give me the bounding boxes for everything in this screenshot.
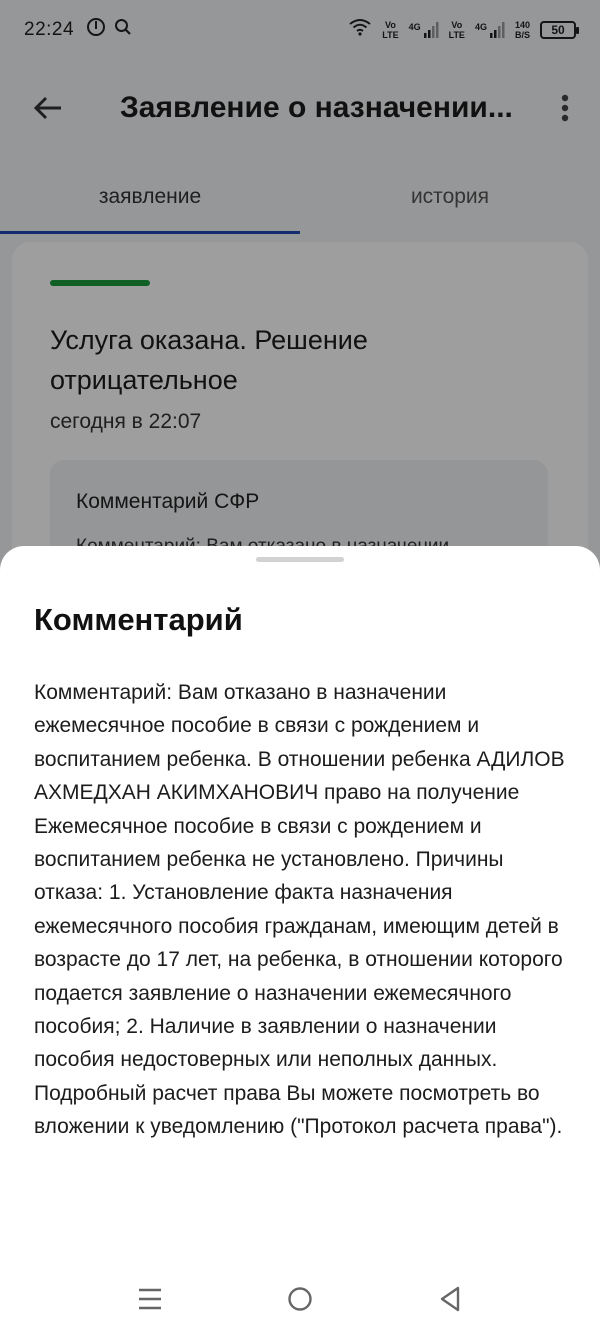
back-nav-button[interactable]: [430, 1279, 470, 1319]
home-circle-icon: [288, 1287, 312, 1311]
home-button[interactable]: [280, 1279, 320, 1319]
menu-icon: [139, 1288, 161, 1310]
sheet-body-text: Комментарий: Вам отказано в назначении е…: [34, 681, 565, 1139]
screen: 22:24 Vo LTE 4G Vo LTE 4G 140 B/S 50 Зая…: [0, 0, 600, 1332]
system-nav-bar: [0, 1266, 600, 1332]
recent-apps-button[interactable]: [130, 1279, 170, 1319]
sheet-drag-handle[interactable]: [256, 557, 344, 562]
sheet-heading: Комментарий: [34, 602, 243, 637]
comment-bottom-sheet: Комментарий Комментарий: Вам отказано в …: [0, 546, 600, 1332]
triangle-back-icon: [440, 1286, 460, 1312]
